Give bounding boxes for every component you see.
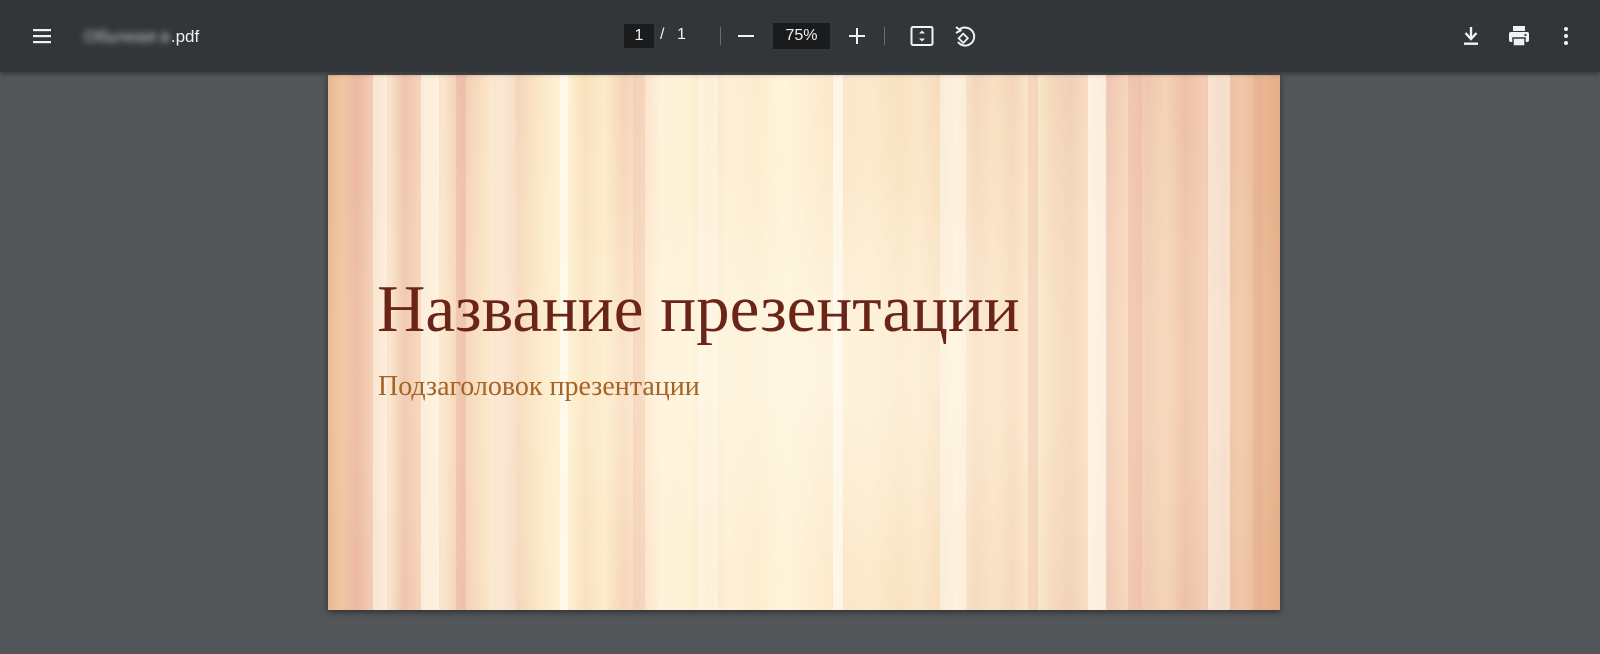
pdf-page: Название презентации Подзаголовок презен… — [328, 75, 1280, 610]
fit-to-page-button[interactable] — [902, 16, 942, 56]
more-vertical-icon — [1564, 27, 1568, 45]
fit-to-page-icon — [910, 26, 934, 46]
slide-subtitle: Подзаголовок презентации — [378, 371, 700, 402]
zoom-out-button[interactable] — [726, 16, 766, 56]
more-actions-button[interactable] — [1546, 16, 1586, 56]
document-title-name: Обычная в — [84, 27, 170, 46]
menu-button[interactable] — [22, 16, 62, 56]
download-button[interactable] — [1451, 16, 1491, 56]
toolbar-divider — [720, 27, 721, 45]
minus-icon — [738, 35, 754, 37]
zoom-in-button[interactable] — [837, 16, 877, 56]
toolbar-divider — [884, 27, 885, 45]
page-total: 1 — [677, 26, 686, 43]
rotate-button[interactable] — [944, 16, 984, 56]
pdf-viewer-area[interactable]: Название презентации Подзаголовок презен… — [0, 72, 1600, 654]
slide-title: Название презентации — [377, 272, 1020, 346]
print-button[interactable] — [1499, 16, 1539, 56]
hamburger-menu-icon — [33, 29, 51, 44]
rotate-counterclockwise-icon — [955, 26, 976, 47]
download-icon — [1464, 27, 1478, 45]
zoom-level-input[interactable]: 75% — [773, 23, 830, 49]
page-number-input[interactable]: 1 — [624, 24, 654, 48]
document-title: Обычная в .pdf — [84, 26, 199, 48]
print-icon — [1509, 26, 1529, 47]
document-title-extension: .pdf — [170, 27, 200, 46]
plus-icon — [849, 28, 865, 44]
pdf-toolbar: Обычная в .pdf 1 / 1 75% — [0, 0, 1600, 72]
page-separator: / — [660, 26, 665, 43]
